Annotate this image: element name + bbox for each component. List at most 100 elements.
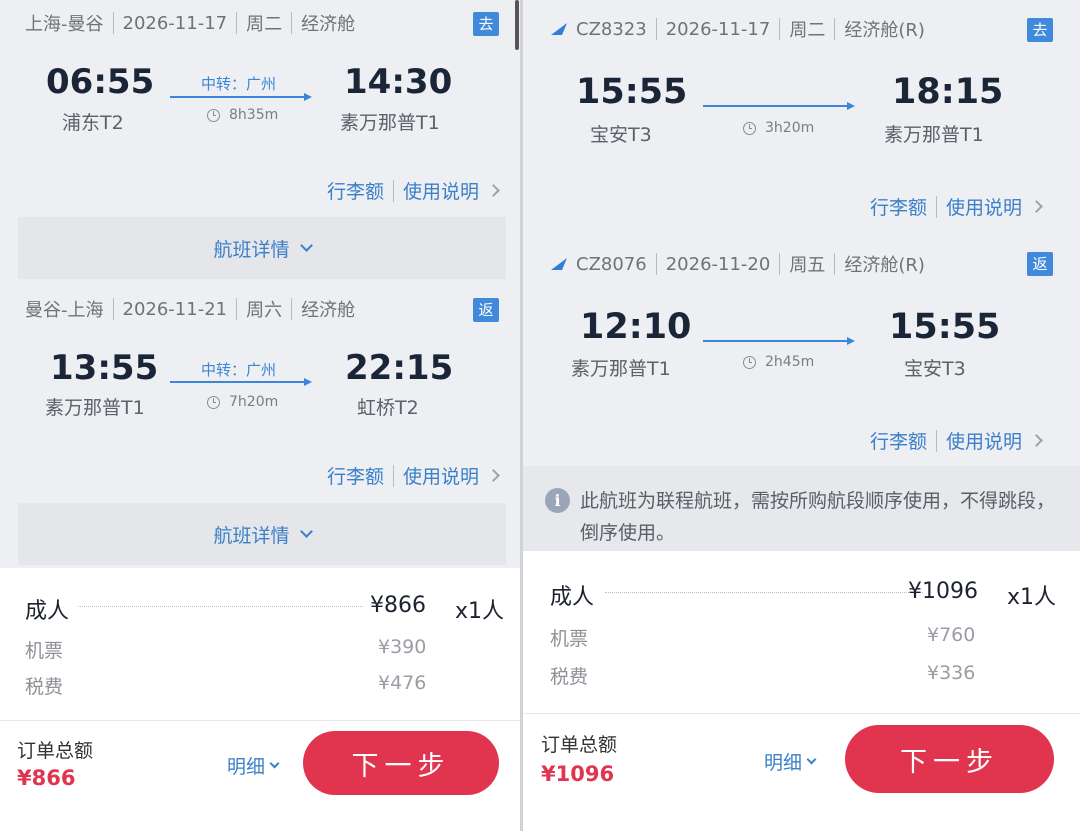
outbound-flight-card[interactable]: 上海-曼谷 2026-11-17 周二 经济舱 去 06:55 浦东T2 中转：… (0, 0, 520, 215)
duration-value: 7h20m (229, 394, 279, 410)
divider (291, 12, 293, 34)
flight-number: CZ8323 (576, 18, 647, 40)
tax-label: 税费 (550, 666, 589, 688)
chevron-right-icon (487, 469, 500, 482)
clock-icon (743, 121, 756, 135)
route-arrow-icon (170, 93, 312, 101)
return-tag: 返 (1027, 252, 1053, 276)
baggage-link[interactable]: 行李额 (870, 427, 927, 454)
price-breakdown: 成人 ¥866 x1人 机票 ¥390 税费 ¥476 (0, 568, 520, 720)
departure-time: 06:55 (46, 62, 155, 102)
divider (936, 195, 938, 218)
usage-link[interactable]: 使用说明 (946, 427, 1022, 454)
flight-header: 曼谷-上海 2026-11-21 周六 经济舱 (25, 296, 355, 322)
connecting-flight-notice: i 此航班为联程航班，需按所购航段顺序使用，不得跳段，倒序使用。 (523, 466, 1080, 551)
return-tag: 返 (473, 298, 499, 322)
departure-terminal: 宝安T3 (590, 124, 652, 146)
clock-icon (207, 108, 220, 122)
details-label: 航班详情 (213, 238, 290, 261)
passenger-amount: ¥866 (370, 593, 426, 618)
route-label: 上海-曼谷 (25, 14, 104, 35)
usage-link[interactable]: 使用说明 (403, 462, 479, 489)
ticket-label: 机票 (25, 640, 64, 662)
cabin-class: 经济舱(R) (844, 20, 925, 41)
passenger-type: 成人 (25, 599, 70, 624)
detail-label: 明细 (764, 752, 803, 774)
flight-duration: 3h20m (743, 120, 814, 136)
outbound-tag: 去 (473, 12, 499, 36)
arrival-time: 15:55 (889, 307, 1001, 347)
flight-links: 行李额 使用说明 (870, 427, 1043, 454)
scrollbar[interactable] (515, 0, 519, 50)
detail-toggle[interactable]: 明细 (227, 752, 280, 779)
passenger-amount: ¥1096 (908, 579, 978, 604)
flight-duration: 8h35m (207, 107, 278, 123)
next-step-button[interactable]: 下一步 (845, 725, 1054, 793)
chevron-down-icon (299, 239, 313, 252)
total-label: 订单总额 (541, 734, 618, 756)
baggage-link[interactable]: 行李额 (327, 177, 384, 204)
divider (834, 18, 836, 40)
arrival-terminal: 素万那普T1 (884, 124, 984, 146)
total-amount: ¥1096 (541, 762, 615, 786)
departure-time: 13:55 (50, 348, 159, 388)
airline-logo-icon (551, 23, 567, 35)
flight-weekday: 周五 (789, 255, 826, 276)
return-flight-card[interactable]: CZ8076 2026-11-20 周五 经济舱(R) 返 12:10 素万那普… (523, 236, 1080, 466)
chevron-right-icon (1030, 434, 1043, 447)
right-screenshot: CZ8323 2026-11-17 周二 经济舱(R) 去 15:55 宝安T3… (523, 0, 1080, 831)
departure-time: 15:55 (576, 72, 688, 112)
flight-date: 2026-11-21 (122, 298, 228, 320)
next-step-button[interactable]: 下一步 (303, 731, 499, 795)
airline-logo-icon (551, 258, 567, 270)
divider (291, 298, 293, 320)
flight-header: CZ8076 2026-11-20 周五 经济舱(R) (550, 251, 925, 277)
divider (393, 179, 395, 202)
outbound-flight-card[interactable]: CZ8323 2026-11-17 周二 经济舱(R) 去 15:55 宝安T3… (523, 0, 1080, 232)
clock-icon (207, 395, 220, 409)
outbound-tag: 去 (1027, 18, 1053, 42)
baggage-link[interactable]: 行李额 (870, 193, 927, 220)
route-arrow-icon (703, 337, 855, 345)
ticket-value: ¥760 (927, 624, 976, 646)
flight-date: 2026-11-17 (122, 12, 228, 34)
usage-link[interactable]: 使用说明 (403, 177, 479, 204)
flight-header: CZ8323 2026-11-17 周二 经济舱(R) (550, 16, 925, 42)
details-label: 航班详情 (213, 524, 290, 547)
arrival-time: 14:30 (344, 62, 453, 102)
divider (393, 464, 395, 487)
order-footer: 订单总额 ¥1096 明细 下一步 (523, 713, 1080, 831)
flight-links: 行李额 使用说明 (870, 193, 1043, 220)
detail-toggle[interactable]: 明细 (764, 748, 817, 775)
route-arrow-icon (703, 102, 855, 110)
arrival-terminal: 宝安T3 (904, 358, 966, 380)
divider (236, 298, 238, 320)
tax-value: ¥476 (378, 672, 427, 694)
cabin-class: 经济舱(R) (844, 255, 925, 276)
clock-icon (743, 355, 756, 369)
chevron-right-icon (1030, 200, 1043, 213)
arrival-time: 18:15 (892, 72, 1004, 112)
flight-details-toggle[interactable]: 航班详情 (18, 503, 506, 565)
baggage-link[interactable]: 行李额 (327, 462, 384, 489)
flight-details-toggle[interactable]: 航班详情 (18, 217, 506, 279)
left-screenshot: 上海-曼谷 2026-11-17 周二 经济舱 去 06:55 浦东T2 中转：… (0, 0, 520, 831)
duration-value: 2h45m (765, 354, 815, 370)
divider (655, 18, 657, 40)
divider (236, 12, 238, 34)
arrival-time: 22:15 (345, 348, 454, 388)
flight-date: 2026-11-20 (665, 253, 771, 275)
route-label: 曼谷-上海 (25, 300, 104, 321)
return-flight-card[interactable]: 曼谷-上海 2026-11-21 周六 经济舱 返 13:55 素万那普T1 中… (0, 285, 520, 500)
notice-text: 此航班为联程航班，需按所购航段顺序使用，不得跳段，倒序使用。 (580, 490, 1056, 544)
divider (779, 18, 781, 40)
flight-links: 行李额 使用说明 (327, 177, 500, 204)
usage-link[interactable]: 使用说明 (946, 193, 1022, 220)
info-icon: i (545, 488, 570, 513)
flight-links: 行李额 使用说明 (327, 462, 500, 489)
watermark: 新华出游 (18, 788, 122, 816)
dotted-leader (605, 592, 923, 593)
arrival-terminal: 素万那普T1 (340, 112, 440, 134)
passenger-count: x1人 (1007, 585, 1057, 610)
flight-duration: 7h20m (207, 394, 278, 410)
